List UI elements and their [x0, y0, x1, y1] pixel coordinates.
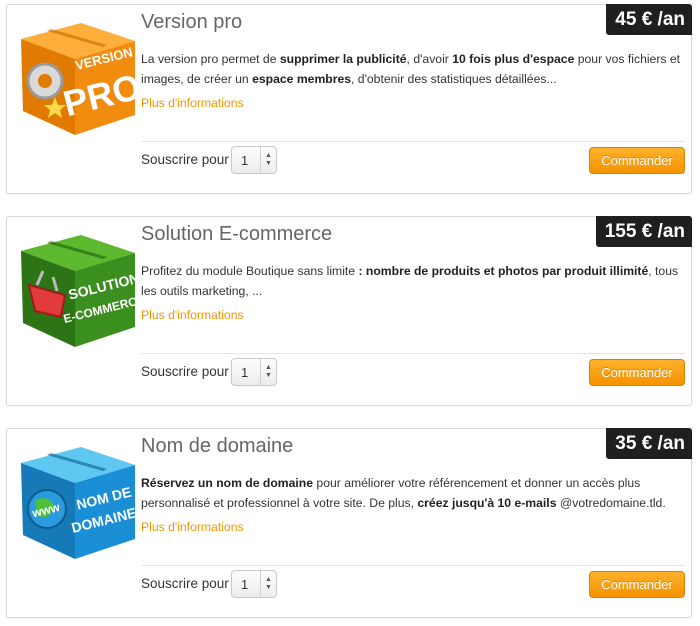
quantity-select[interactable]: 1 ▲ ▼	[231, 358, 277, 386]
price-badge: 35 € /an	[606, 428, 692, 459]
more-info-link[interactable]: Plus d'informations	[141, 96, 244, 110]
product-title: Nom de domaine	[141, 435, 294, 457]
description-segment: La version pro permet de	[141, 52, 280, 66]
separator	[141, 353, 685, 354]
description-segment: , d'avoir	[406, 52, 453, 66]
description-bold-segment: Réservez un nom de domaine	[141, 476, 314, 490]
product-title: Solution E-commerce	[141, 223, 333, 245]
spinner-arrows-icon[interactable]: ▲ ▼	[260, 359, 276, 385]
quantity-select[interactable]: 1 ▲ ▼	[231, 146, 277, 174]
description-bold-segment: : nombre de produits et photos par produ…	[358, 264, 649, 278]
product-description: La version pro permet de supprimer la pu…	[141, 49, 681, 89]
product-card-domain: www NOM DE DOMAINE Nom de domaine 35 € /…	[6, 428, 692, 618]
product-card-ecommerce: SOLUTION E-COMMERCE Solution E-commerce …	[6, 216, 692, 406]
product-card-version-pro: VERSION PRO Version pro 45 € /an La vers…	[6, 4, 692, 194]
separator	[141, 565, 685, 566]
description-segment: @votredomaine.tld.	[556, 496, 666, 510]
separator	[141, 141, 685, 142]
description-segment: , d'obtenir des statistiques détaillées.…	[351, 72, 557, 86]
version-pro-box-icon: VERSION PRO	[21, 23, 141, 135]
subscribe-label: Souscrire pour	[141, 364, 229, 379]
product-description: Réservez un nom de domaine pour améliore…	[141, 473, 681, 513]
description-bold-segment: supprimer la publicité	[279, 52, 407, 66]
subscribe-label: Souscrire pour	[141, 576, 229, 591]
product-title: Version pro	[141, 11, 243, 33]
description-segment: Profitez du module Boutique sans limite	[141, 264, 359, 278]
spinner-arrows-icon[interactable]: ▲ ▼	[260, 571, 276, 597]
more-info-link[interactable]: Plus d'informations	[141, 308, 244, 322]
price-badge: 45 € /an	[606, 4, 692, 35]
order-button[interactable]: Commander	[589, 571, 685, 598]
price-badge: 155 € /an	[595, 216, 692, 247]
quantity-value: 1	[241, 365, 249, 380]
order-button[interactable]: Commander	[589, 147, 685, 174]
subscribe-label: Souscrire pour	[141, 152, 229, 167]
domain-box-icon: www NOM DE DOMAINE	[21, 447, 138, 559]
description-bold-segment: 10 fois plus d'espace	[452, 52, 575, 66]
quantity-select[interactable]: 1 ▲ ▼	[231, 570, 277, 598]
spinner-arrows-icon[interactable]: ▲ ▼	[260, 147, 276, 173]
product-description: Profitez du module Boutique sans limite …	[141, 261, 681, 301]
more-info-link[interactable]: Plus d'informations	[141, 520, 244, 534]
quantity-value: 1	[241, 577, 249, 592]
ecommerce-box-icon: SOLUTION E-COMMERCE	[21, 235, 141, 347]
order-button[interactable]: Commander	[589, 359, 685, 386]
description-bold-segment: espace membres	[252, 72, 352, 86]
description-bold-segment: créez jusqu'à 10 e-mails	[417, 496, 557, 510]
quantity-value: 1	[241, 153, 249, 168]
